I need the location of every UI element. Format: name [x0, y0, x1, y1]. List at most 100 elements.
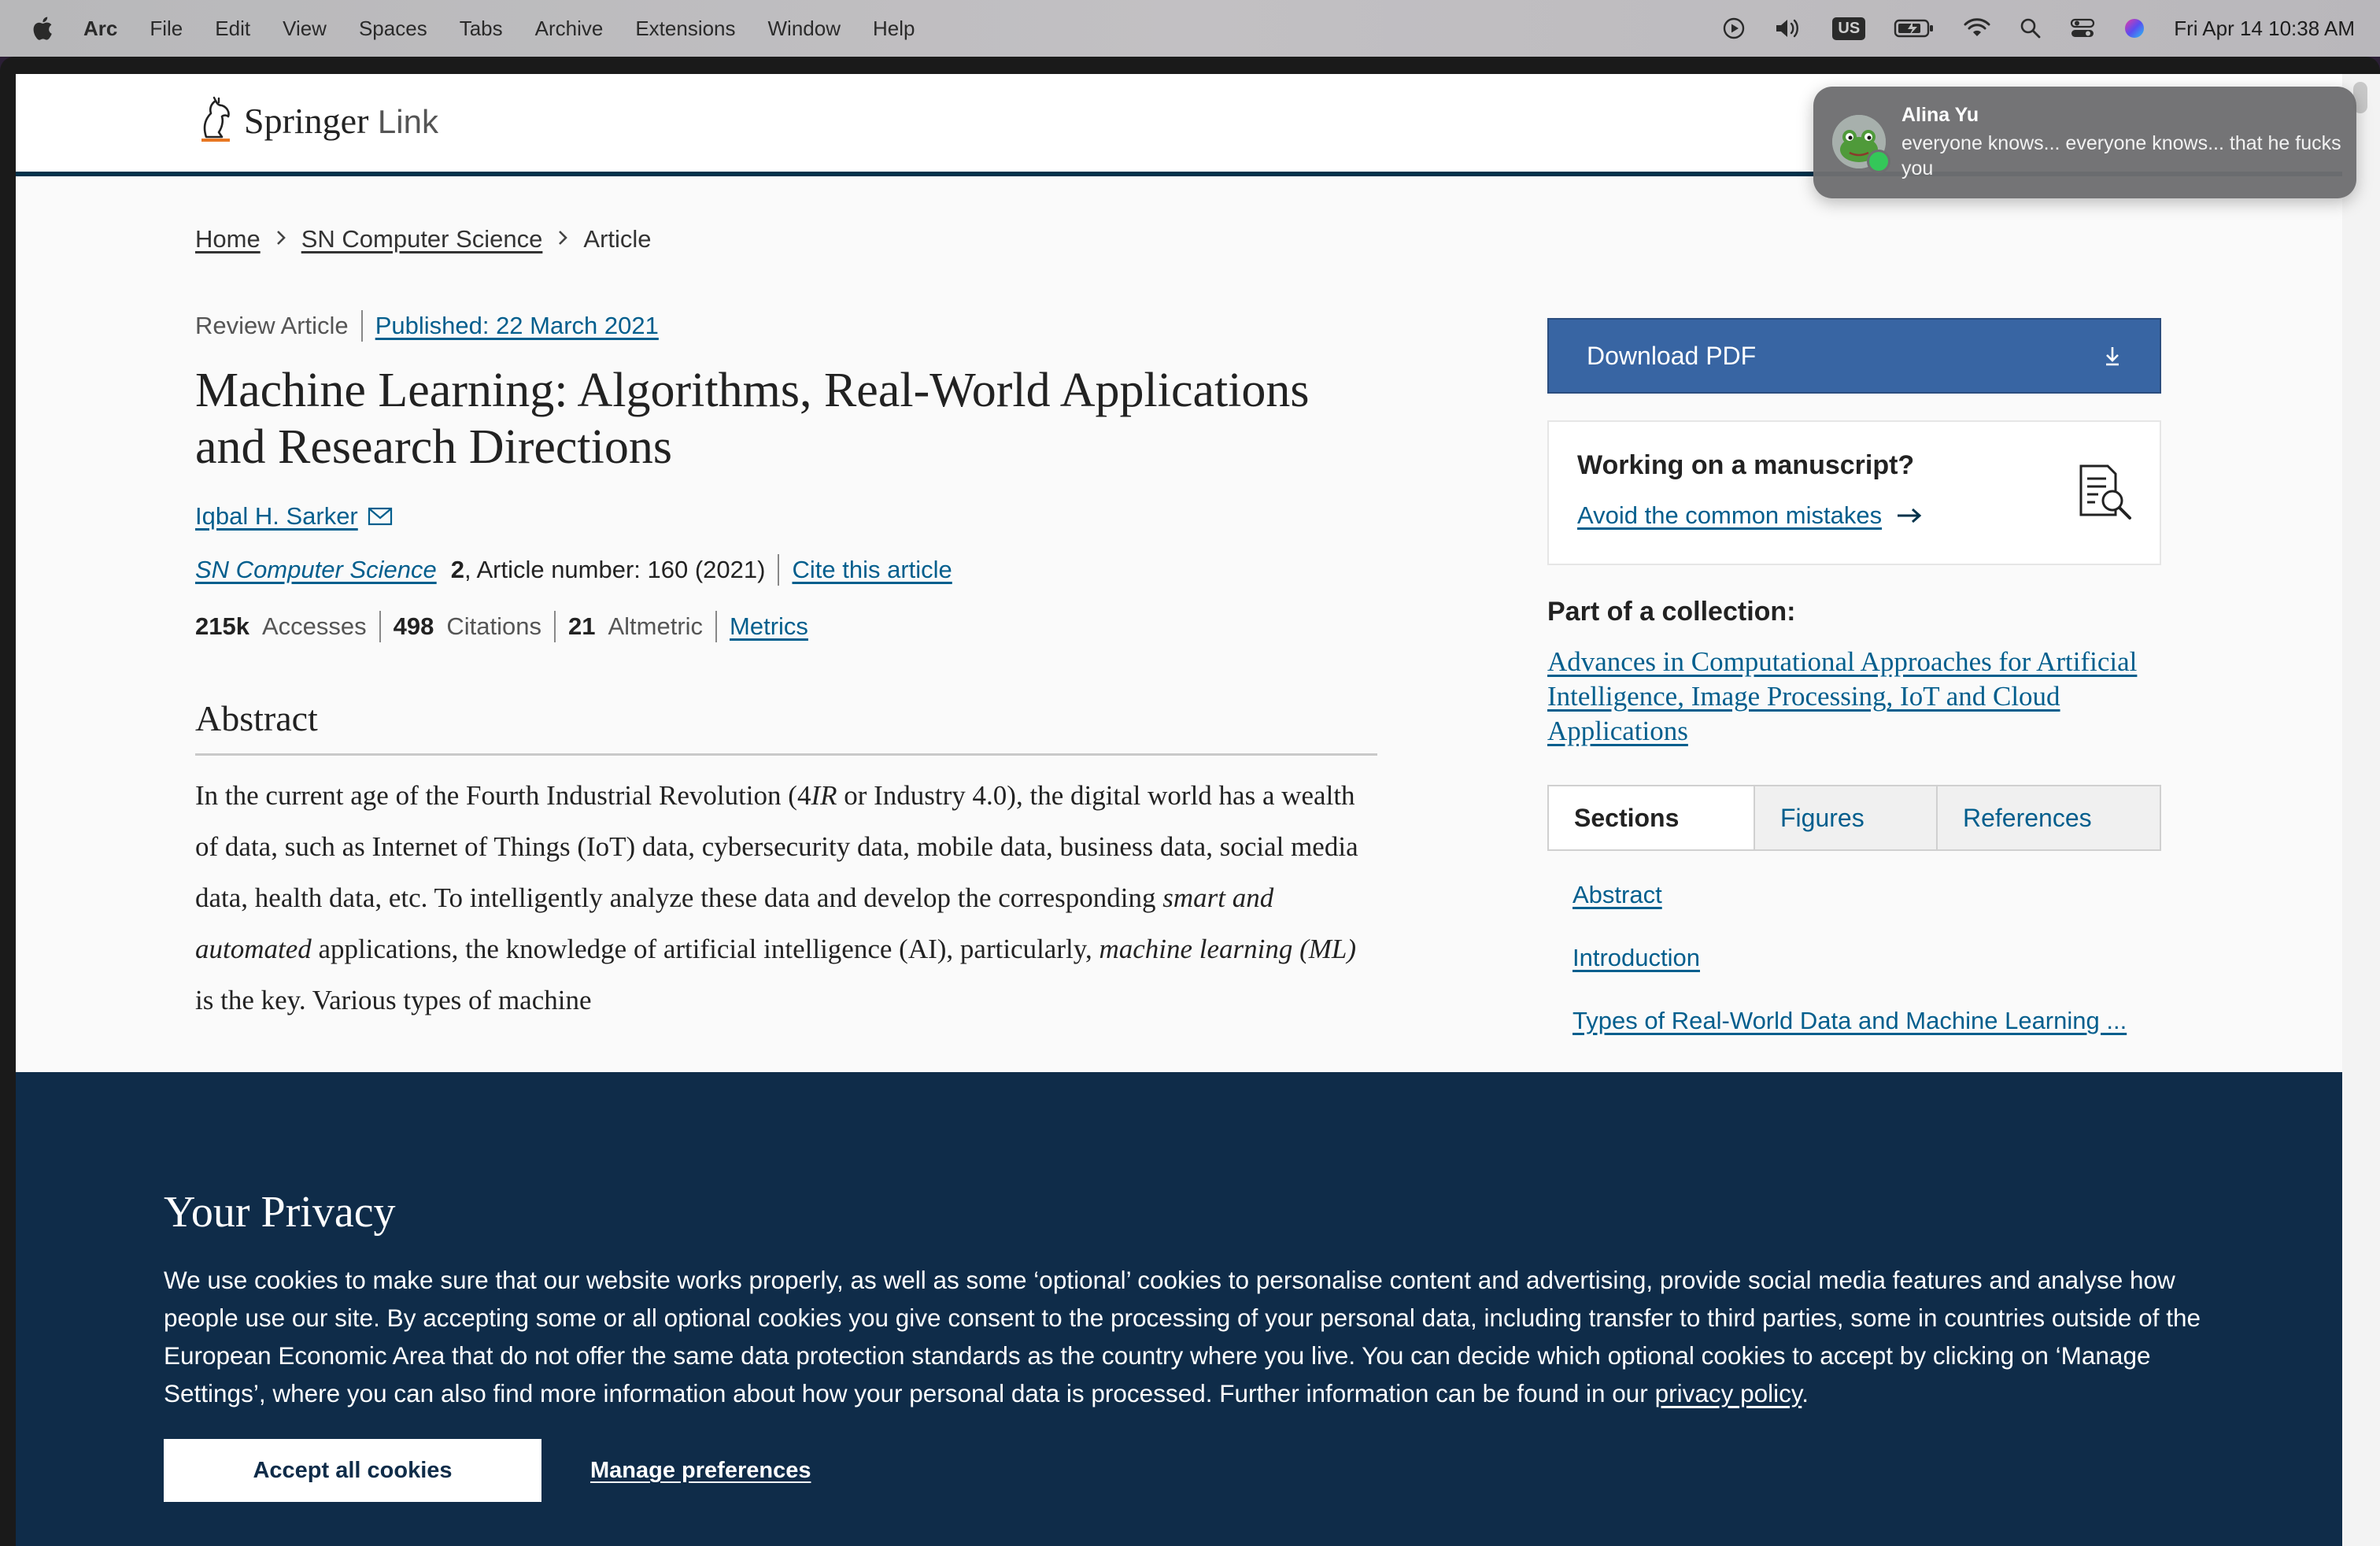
abstract-text-segment: applications, the knowledge of artificia…	[311, 934, 1099, 964]
logo-secondary: Link	[377, 102, 438, 140]
metrics-row: 215k Accesses 498 Citations 21 Altmetric…	[195, 611, 1391, 642]
cite-article-link[interactable]: Cite this article	[792, 556, 952, 584]
messages-app-icon	[1867, 150, 1890, 173]
tab-references[interactable]: References	[1936, 786, 2160, 849]
springer-horse-icon	[201, 96, 230, 142]
published-date-link[interactable]: Published: 22 March 2021	[375, 312, 659, 340]
manuscript-heading: Working on a manuscript?	[1577, 450, 1915, 480]
accesses-label: Accesses	[261, 612, 367, 640]
article-type-row: Review Article Published: 22 March 2021	[195, 310, 1391, 342]
menu-app-name[interactable]: Arc	[83, 17, 117, 41]
abstract-text: In the current age of the Fourth Industr…	[195, 770, 1377, 1026]
toc-item-types[interactable]: Types of Real-World Data and Machine Lea…	[1572, 1007, 2161, 1035]
sidebar: Download PDF Working on a manuscript? Av…	[1547, 318, 2161, 1070]
divider	[778, 554, 780, 586]
menu-extensions[interactable]: Extensions	[635, 17, 735, 41]
author-link[interactable]: Iqbal H. Sarker	[195, 502, 358, 531]
download-icon	[2106, 347, 2119, 366]
sidebar-tabs: Sections Figures References	[1547, 785, 2161, 851]
apple-menu-icon[interactable]	[30, 15, 54, 42]
menu-spaces[interactable]: Spaces	[359, 17, 427, 41]
scrollbar[interactable]	[2342, 74, 2380, 1546]
article-main: Review Article Published: 22 March 2021 …	[195, 310, 1391, 1026]
battery-icon[interactable]	[1894, 18, 1935, 39]
status-area: US Fri Apr 14 10:38 AM	[1722, 0, 2355, 57]
abstract-text-italic: IR	[811, 780, 837, 811]
control-center-icon[interactable]	[2070, 17, 2095, 39]
browser-window: Springer Link Home SN Computer Science A…	[0, 57, 2380, 1546]
citations-label: Citations	[446, 612, 541, 640]
chevron-right-icon	[556, 227, 569, 252]
collection-link[interactable]: Advances in Computational Approaches for…	[1547, 645, 2161, 749]
cookie-body: We use cookies to make sure that our web…	[164, 1261, 2226, 1412]
citations-count: 498	[393, 612, 434, 640]
article-number: , Article number: 160 (2021)	[464, 556, 766, 583]
menu-tabs[interactable]: Tabs	[460, 17, 503, 41]
keyboard-layout-badge[interactable]: US	[1832, 17, 1866, 40]
email-icon[interactable]	[368, 506, 393, 527]
spotlight-search-icon[interactable]	[2020, 17, 2042, 39]
web-page: Springer Link Home SN Computer Science A…	[16, 74, 2342, 1546]
abstract-text-italic: machine learning (ML)	[1099, 934, 1357, 964]
toc-item-abstract[interactable]: Abstract	[1572, 881, 2161, 909]
logo-primary: Springer	[244, 100, 369, 141]
article-type: Review Article	[195, 312, 349, 339]
avoid-mistakes-link[interactable]: Avoid the common mistakes	[1577, 501, 1923, 530]
menu-file[interactable]: File	[150, 17, 183, 41]
sections-toc: Abstract Introduction Types of Real-Worl…	[1547, 881, 2161, 1035]
abstract-heading: Abstract	[195, 697, 1377, 756]
journal-volume: 2	[450, 556, 464, 583]
altmetric-count: 21	[567, 612, 596, 640]
menu-help[interactable]: Help	[873, 17, 915, 41]
menu-bar: Arc File Edit View Spaces Tabs Archive E…	[0, 0, 2380, 57]
divider	[360, 310, 363, 342]
avoid-mistakes-label: Avoid the common mistakes	[1577, 501, 1883, 529]
cookie-body-text: We use cookies to make sure that our web…	[164, 1266, 2201, 1407]
notification-sender: Alina Yu	[1901, 104, 1979, 126]
document-search-icon	[2079, 464, 2131, 520]
siri-icon[interactable]	[2123, 17, 2145, 39]
manage-preferences-link[interactable]: Manage preferences	[590, 1458, 811, 1484]
cookie-banner: Your Privacy We use cookies to make sure…	[16, 1072, 2342, 1546]
collection-heading: Part of a collection:	[1547, 597, 1796, 627]
message-notification[interactable]: Alina Yu everyone knows... everyone know…	[1813, 87, 2356, 198]
author-row: Iqbal H. Sarker	[195, 502, 1391, 531]
breadcrumb-home[interactable]: Home	[195, 225, 261, 253]
journal-row: SN Computer Science 2 , Article number: …	[195, 554, 1391, 586]
privacy-policy-link[interactable]: privacy policy	[1655, 1379, 1802, 1407]
play-icon[interactable]	[1722, 17, 1746, 40]
metrics-link[interactable]: Metrics	[730, 612, 808, 641]
download-pdf-label: Download PDF	[1587, 341, 1757, 370]
article-title: Machine Learning: Algorithms, Real-World…	[195, 364, 1310, 474]
menu-archive[interactable]: Archive	[535, 17, 604, 41]
menu-view[interactable]: View	[283, 17, 327, 41]
breadcrumb-journal[interactable]: SN Computer Science	[301, 225, 543, 253]
abstract-text-segment: In the current age of the Fourth Industr…	[195, 780, 811, 811]
accesses-count: 215k	[195, 612, 249, 640]
notification-message: everyone knows... everyone knows... that…	[1901, 132, 2341, 179]
tab-sections[interactable]: Sections	[1549, 786, 1754, 849]
volume-icon[interactable]	[1774, 17, 1804, 40]
divider	[553, 611, 556, 642]
abstract-text-segment: is the key. Various types of machine	[195, 985, 592, 1015]
manuscript-promo: Working on a manuscript? Avoid the commo…	[1547, 420, 2161, 565]
accept-all-cookies-button[interactable]: Accept all cookies	[164, 1439, 541, 1502]
menu-window[interactable]: Window	[768, 17, 841, 41]
logo-wordmark: Springer Link	[244, 100, 438, 142]
arrow-right-icon	[1898, 508, 1922, 523]
springer-link-logo[interactable]: Springer Link	[195, 96, 438, 145]
breadcrumb-current: Article	[583, 225, 652, 253]
download-pdf-button[interactable]: Download PDF	[1547, 318, 2161, 394]
menu-bar-clock[interactable]: Fri Apr 14 10:38 AM	[2174, 17, 2355, 41]
divider	[715, 611, 718, 642]
journal-link[interactable]: SN Computer Science	[195, 556, 437, 584]
cookie-heading: Your Privacy	[164, 1188, 396, 1237]
chevron-right-icon	[275, 227, 287, 252]
cookie-body-end: .	[1802, 1379, 1809, 1407]
divider	[379, 611, 381, 642]
tab-figures[interactable]: Figures	[1754, 786, 1936, 849]
toc-item-introduction[interactable]: Introduction	[1572, 944, 2161, 972]
wifi-icon[interactable]	[1963, 17, 1991, 39]
menu-edit[interactable]: Edit	[215, 17, 250, 41]
altmetric-label: Altmetric	[608, 612, 704, 640]
